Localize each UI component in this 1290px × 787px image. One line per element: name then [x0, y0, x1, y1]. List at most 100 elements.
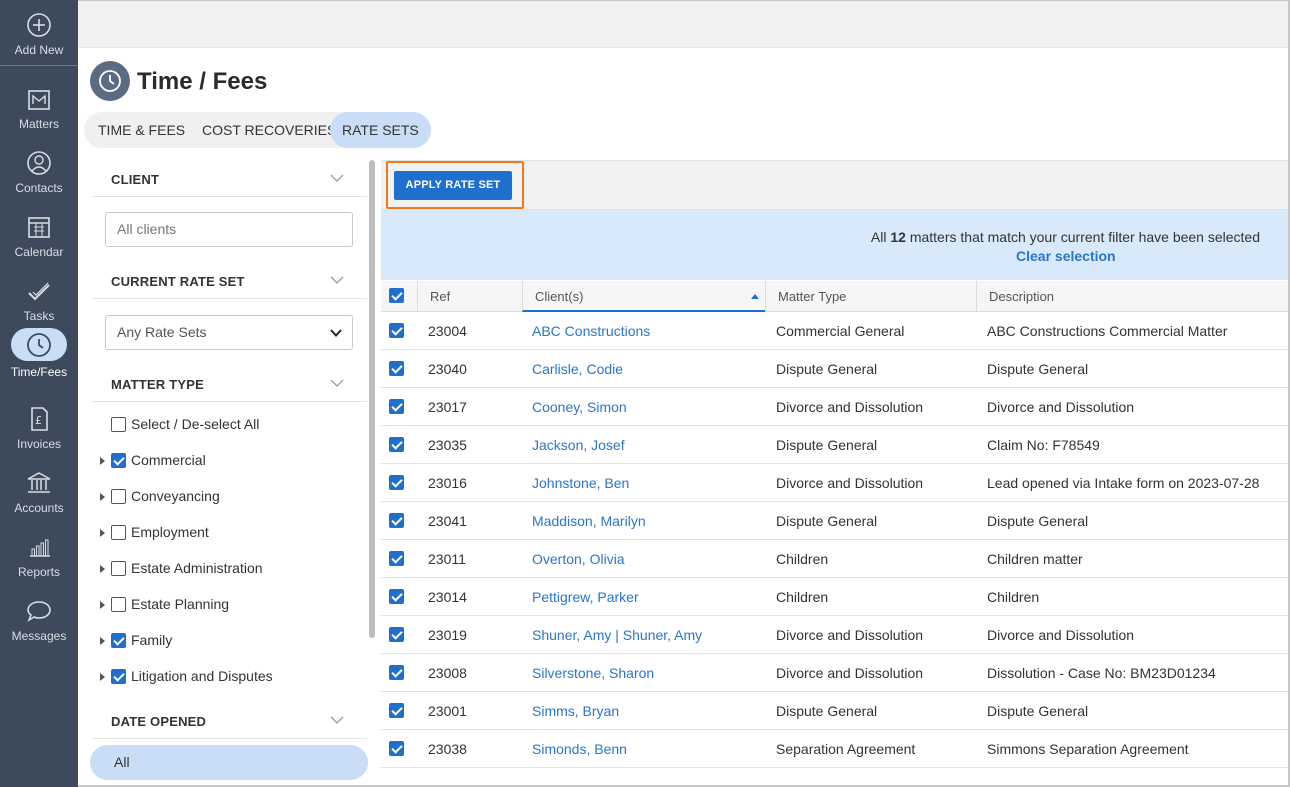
nav-accounts[interactable]: Accounts — [0, 456, 78, 520]
table-row[interactable]: 23040 Carlisle, Codie Dispute General Dispu… — [381, 350, 1288, 388]
row-checkbox[interactable] — [389, 665, 404, 680]
expand-arrow-icon[interactable] — [100, 493, 105, 501]
nav-time-fees[interactable]: Time/Fees — [0, 320, 78, 384]
tasks-icon — [28, 282, 50, 301]
row-checkbox[interactable] — [389, 437, 404, 452]
expand-arrow-icon[interactable] — [100, 637, 105, 645]
table-row[interactable]: 23041 Maddison, Marilyn Dispute General Dis… — [381, 502, 1288, 540]
checkbox[interactable] — [111, 561, 126, 576]
cell-client[interactable]: Cooney, Simon — [532, 388, 627, 426]
expand-arrow-icon[interactable] — [100, 457, 105, 465]
tab-time-fees[interactable]: TIME & FEES — [86, 112, 197, 148]
chevron-down-icon[interactable] — [330, 171, 344, 185]
select-all-rows-checkbox[interactable] — [389, 288, 404, 303]
table-row[interactable]: 23008 Silverstone, Sharon Divorce and Diss… — [381, 654, 1288, 692]
checkbox[interactable] — [111, 525, 126, 540]
tab-cost-recoveries[interactable]: COST RECOVERIES — [190, 112, 348, 148]
nav-add-new[interactable]: Add New — [0, 0, 78, 64]
invoice-icon: £ — [31, 407, 48, 431]
column-header-ref[interactable]: Ref — [417, 281, 522, 312]
clear-selection-link[interactable]: Clear selection — [1016, 248, 1116, 264]
cell-client[interactable]: Shuner, Amy | Shuner, Amy — [532, 616, 702, 654]
checkbox[interactable] — [111, 417, 126, 432]
nav-tasks[interactable]: Tasks — [0, 264, 78, 328]
date-opened-filter-heading: DATE OPENED — [111, 714, 207, 729]
rate-set-filter-heading: CURRENT RATE SET — [111, 274, 245, 289]
chevron-down-icon[interactable] — [330, 713, 344, 727]
tab-rate-sets[interactable]: RATE SETS — [330, 112, 431, 148]
expand-arrow-icon[interactable] — [100, 673, 105, 681]
checkbox-label: Family — [131, 632, 173, 648]
cell-matter-type: Divorce and Dissolution — [776, 475, 924, 491]
row-checkbox[interactable] — [389, 627, 404, 642]
checkbox-label: Employment — [131, 524, 209, 540]
checkbox[interactable] — [111, 633, 126, 648]
nav-invoices[interactable]: £ Invoices — [0, 392, 78, 456]
table-row[interactable]: 23019 Shuner, Amy | Shuner, Amy Divorce an… — [381, 616, 1288, 654]
cell-client[interactable]: Jackson, Josef — [532, 426, 625, 464]
checkbox-label: Litigation and Disputes — [131, 668, 273, 684]
chevron-down-icon[interactable] — [330, 376, 344, 390]
row-checkbox[interactable] — [389, 361, 404, 376]
checkbox[interactable] — [111, 453, 126, 468]
nav-label: Contacts — [15, 181, 63, 195]
checkbox[interactable] — [111, 669, 126, 684]
table-row[interactable]: 23001 Simms, Bryan Dispute General Dispute … — [381, 692, 1288, 730]
date-opened-all-option[interactable]: All — [90, 745, 368, 780]
row-checkbox[interactable] — [389, 475, 404, 490]
row-checkbox[interactable] — [389, 703, 404, 718]
cell-client[interactable]: Overton, Olivia — [532, 540, 625, 578]
expand-arrow-icon[interactable] — [100, 601, 105, 609]
client-search-input[interactable]: All clients — [105, 212, 353, 247]
column-header-matter-type[interactable]: Matter Type — [765, 281, 976, 312]
nav-calendar[interactable]: Calendar — [0, 200, 78, 264]
table-row[interactable]: 23016 Johnstone, Ben Divorce and Dissoluti… — [381, 464, 1288, 502]
row-checkbox[interactable] — [389, 551, 404, 566]
table-row[interactable]: 23035 Jackson, Josef Dispute General Claim … — [381, 426, 1288, 464]
page-clock-icon — [90, 61, 130, 101]
cell-client[interactable]: Simonds, Benn — [532, 730, 627, 768]
cell-client[interactable]: Simms, Bryan — [532, 692, 619, 730]
expand-arrow-icon[interactable] — [100, 529, 105, 537]
apply-rate-set-button[interactable]: APPLY RATE SET — [394, 171, 512, 200]
calendar-icon — [28, 217, 50, 238]
column-header-description[interactable]: Description — [976, 281, 1288, 312]
nav-reports[interactable]: Reports — [0, 520, 78, 584]
rate-set-select[interactable]: Any Rate Sets — [105, 315, 353, 350]
nav-matters[interactable]: Matters — [0, 72, 78, 136]
cell-client[interactable]: Johnstone, Ben — [532, 464, 629, 502]
nav-messages[interactable]: Messages — [0, 584, 78, 648]
nav-contacts[interactable]: Contacts — [0, 136, 78, 200]
row-checkbox[interactable] — [389, 399, 404, 414]
chevron-down-icon[interactable] — [330, 273, 344, 287]
nav-label: Reports — [17, 565, 61, 579]
column-header-clients[interactable]: Client(s) — [522, 281, 765, 312]
row-checkbox[interactable] — [389, 323, 404, 338]
cell-matter-type: Children — [776, 551, 829, 567]
row-checkbox[interactable] — [389, 741, 404, 756]
cell-client[interactable]: Silverstone, Sharon — [532, 654, 654, 692]
checkbox-label: Conveyancing — [131, 488, 220, 504]
table-row[interactable]: 23014 Pettigrew, Parker Children Children — [381, 578, 1288, 616]
expand-arrow-icon[interactable] — [100, 565, 105, 573]
window-title-bar — [78, 0, 1290, 48]
table-row[interactable]: 23038 Simonds, Benn Separation Agreement Si… — [381, 730, 1288, 768]
table-row[interactable]: 23017 Cooney, Simon Divorce and Dissolutio… — [381, 388, 1288, 426]
row-checkbox[interactable] — [389, 589, 404, 604]
cell-description: Dispute General — [987, 513, 1089, 529]
divider — [92, 738, 367, 739]
cell-ref: 23019 — [428, 627, 467, 643]
row-checkbox[interactable] — [389, 513, 404, 528]
cell-description: Children matter — [987, 551, 1083, 567]
cell-client[interactable]: ABC Constructions — [532, 312, 650, 350]
nav-label: Calendar — [14, 245, 64, 259]
table-row[interactable]: 23011 Overton, Olivia Children Children mat… — [381, 540, 1288, 578]
checkbox[interactable] — [111, 597, 126, 612]
cell-description: Claim No: F78549 — [987, 437, 1100, 453]
cell-client[interactable]: Carlisle, Codie — [532, 350, 623, 388]
checkbox[interactable] — [111, 489, 126, 504]
filter-scrollbar[interactable] — [369, 160, 375, 638]
cell-client[interactable]: Pettigrew, Parker — [532, 578, 639, 616]
cell-client[interactable]: Maddison, Marilyn — [532, 502, 646, 540]
table-row[interactable]: 23004 ABC Constructions Commercial General… — [381, 312, 1288, 350]
